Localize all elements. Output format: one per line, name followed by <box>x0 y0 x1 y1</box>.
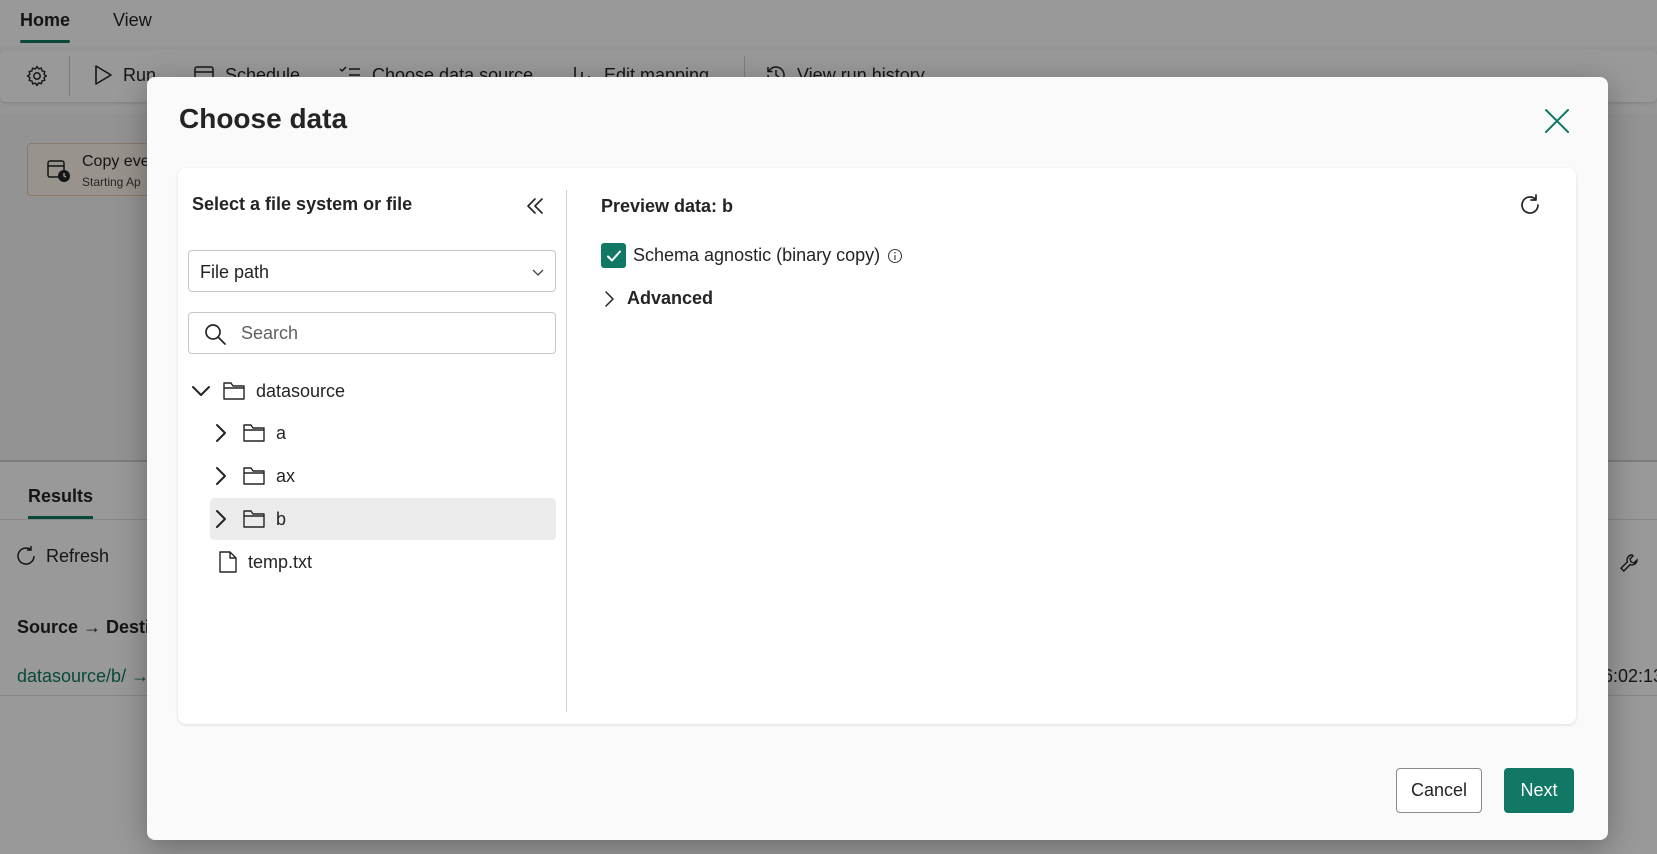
search-icon <box>205 324 226 345</box>
tree-item-folder-ax[interactable]: ax <box>210 455 556 497</box>
folder-icon <box>243 424 265 442</box>
tree-item-folder-a[interactable]: a <box>210 412 556 454</box>
tree-item-label: temp.txt <box>248 551 313 572</box>
chevron-down-icon[interactable] <box>190 380 212 402</box>
next-button[interactable]: Next <box>1504 768 1574 813</box>
close-button[interactable] <box>1539 103 1575 139</box>
tree-item-file-temp-txt[interactable]: temp.txt <box>218 541 556 583</box>
folder-icon <box>243 467 265 485</box>
dropdown-value: File path <box>200 262 270 282</box>
choose-data-dialog: Choose data Select a file system or file… <box>147 77 1608 840</box>
panel-divider <box>566 190 567 712</box>
tree-item-label: b <box>276 508 287 529</box>
cancel-button[interactable]: Cancel <box>1396 768 1482 813</box>
chevron-right-icon[interactable] <box>210 508 232 530</box>
preview-refresh-button[interactable] <box>1517 192 1543 218</box>
dialog-content-card: Select a file system or file File path d… <box>178 168 1576 724</box>
search-box[interactable] <box>188 312 556 354</box>
tree-item-label: a <box>276 422 287 443</box>
close-icon <box>1545 109 1569 133</box>
checkbox-label: Schema agnostic (binary copy) <box>633 245 881 265</box>
chevron-right-icon[interactable] <box>210 422 232 444</box>
chevron-down-icon <box>532 269 544 276</box>
chevron-right-icon[interactable] <box>210 465 232 487</box>
checkbox-checked[interactable] <box>601 243 626 268</box>
refresh-icon <box>1521 194 1539 214</box>
folder-icon <box>243 510 265 528</box>
info-icon[interactable] <box>887 248 903 264</box>
schema-agnostic-checkbox[interactable]: Schema agnostic (binary copy) <box>601 243 903 268</box>
file-system-panel-title: Select a file system or file <box>192 194 413 214</box>
collapse-panel-button[interactable] <box>523 194 547 218</box>
file-icon <box>219 551 237 573</box>
file-path-dropdown[interactable]: File path <box>188 250 556 292</box>
chevron-right-icon <box>605 290 614 307</box>
tree-item-datasource[interactable]: datasource <box>190 370 556 412</box>
tree-item-label: datasource <box>256 380 346 401</box>
dialog-title: Choose data <box>179 103 348 134</box>
search-input[interactable] <box>241 321 541 345</box>
double-chevron-left-icon <box>527 198 543 214</box>
advanced-label: Advanced <box>627 288 714 308</box>
advanced-expander[interactable]: Advanced <box>601 288 713 309</box>
tree-item-folder-b[interactable]: b <box>210 498 556 540</box>
checkmark-icon <box>606 250 621 261</box>
tree-item-label: ax <box>276 465 296 486</box>
preview-title: Preview data: b <box>601 196 734 216</box>
folder-icon <box>223 382 245 400</box>
